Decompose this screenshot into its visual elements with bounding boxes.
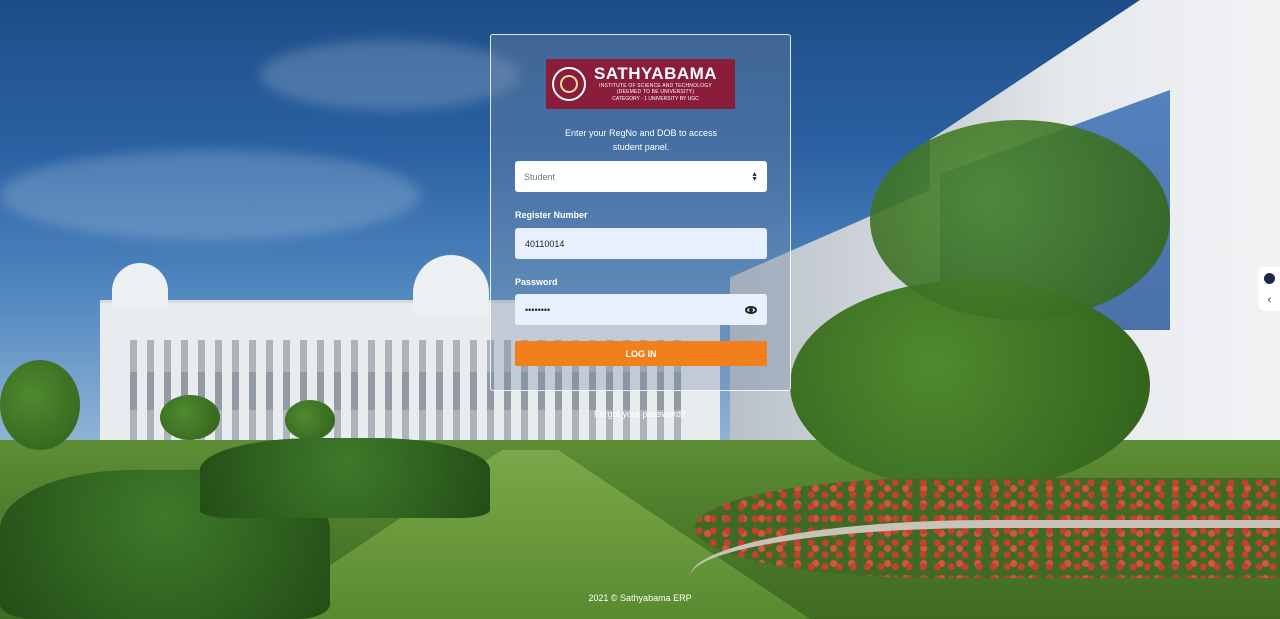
password-label: Password bbox=[515, 277, 558, 287]
role-select-value: Student bbox=[524, 171, 556, 182]
cloud bbox=[260, 40, 520, 110]
login-button[interactable]: LOG IN bbox=[515, 341, 767, 366]
role-select[interactable]: Student ▲ ▼ bbox=[515, 161, 767, 192]
footer-copyright: 2021 © Sathyabama ERP bbox=[588, 593, 692, 603]
register-number-input[interactable]: 40110014 bbox=[515, 228, 767, 259]
password-input[interactable]: •••••••• bbox=[515, 294, 767, 325]
intro-line-2: student panel. bbox=[612, 142, 670, 152]
side-panel-toggle[interactable]: ‹ bbox=[1259, 267, 1280, 311]
logo-text: SATHYABAMA INSTITUTE OF SCIENCE AND TECH… bbox=[594, 65, 717, 103]
intro-text: Enter your RegNo and DOB to access stude… bbox=[541, 126, 741, 154]
select-arrows-icon: ▲ ▼ bbox=[751, 170, 758, 183]
cloud bbox=[0, 150, 420, 240]
avatar-dot-icon bbox=[1264, 272, 1275, 284]
tree bbox=[870, 120, 1170, 320]
register-number-value: 40110014 bbox=[525, 238, 565, 249]
hedge bbox=[200, 438, 490, 518]
logo-category: CATEGORY - 1 UNIVERSITY BY UGC bbox=[612, 96, 699, 102]
forgot-password-link[interactable]: Forgot your password? bbox=[570, 409, 710, 419]
tree bbox=[285, 400, 335, 440]
tree bbox=[160, 395, 220, 440]
logo-subtitle-2: (DEEMED TO BE UNIVERSITY) bbox=[616, 89, 695, 95]
eye-icon[interactable] bbox=[745, 305, 757, 314]
chevron-left-icon: ‹ bbox=[1267, 293, 1272, 306]
password-value: •••••••• bbox=[525, 304, 551, 315]
seal-icon bbox=[552, 67, 586, 101]
login-card: SATHYABAMA INSTITUTE OF SCIENCE AND TECH… bbox=[490, 34, 791, 391]
university-logo: SATHYABAMA INSTITUTE OF SCIENCE AND TECH… bbox=[546, 59, 735, 109]
register-number-label: Register Number bbox=[515, 210, 588, 220]
intro-line-1: Enter your RegNo and DOB to access bbox=[564, 128, 718, 138]
tree bbox=[0, 360, 80, 450]
logo-name: SATHYABAMA bbox=[594, 64, 718, 83]
